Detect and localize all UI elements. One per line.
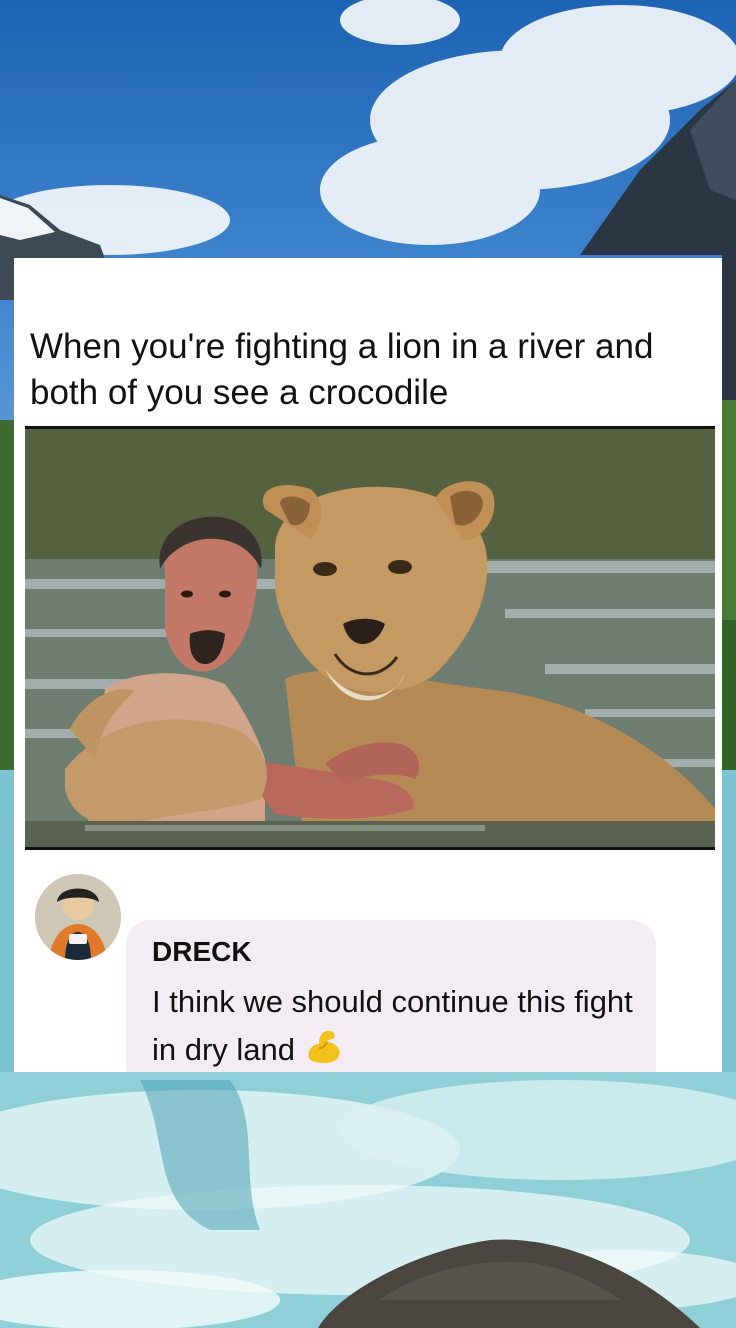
comment-author[interactable]: DRECK <box>152 936 252 968</box>
meme-caption: When you're fighting a lion in a river a… <box>30 327 654 412</box>
comment-text-block: I think we should continue this fight in… <box>152 978 642 1072</box>
flexed-biceps-icon <box>303 1028 343 1066</box>
meme-photo[interactable] <box>25 426 715 850</box>
meme-card: When you're fighting a lion in a river a… <box>14 258 722 1072</box>
man-and-lioness-in-river-illustration <box>25 429 715 847</box>
comment-bubble: DRECK I think we should continue this fi… <box>126 920 656 1072</box>
avatar[interactable] <box>35 874 121 960</box>
comment-text: I think we should continue this fight in… <box>152 984 633 1067</box>
cartoon-avatar-icon <box>35 874 121 960</box>
